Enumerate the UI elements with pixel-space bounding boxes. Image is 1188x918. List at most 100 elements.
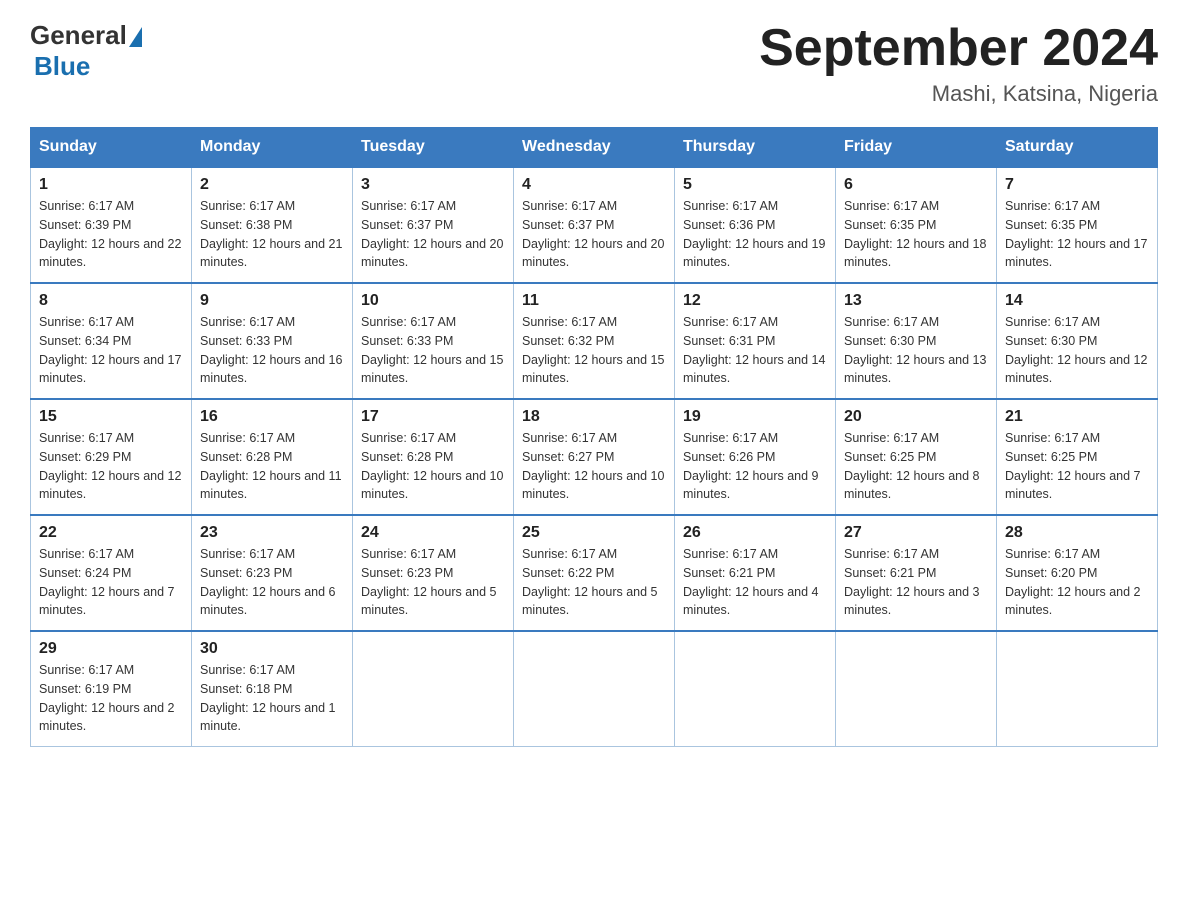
day-number: 5 [683, 176, 827, 194]
calendar-cell: 2 Sunrise: 6:17 AMSunset: 6:38 PMDaylight… [192, 167, 353, 283]
day-number: 28 [1005, 524, 1149, 542]
calendar-table: SundayMondayTuesdayWednesdayThursdayFrid… [30, 127, 1158, 747]
day-info: Sunrise: 6:17 AMSunset: 6:24 PMDaylight:… [39, 545, 183, 620]
day-info: Sunrise: 6:17 AMSunset: 6:37 PMDaylight:… [361, 197, 505, 272]
calendar-cell: 22 Sunrise: 6:17 AMSunset: 6:24 PMDayligh… [31, 515, 192, 631]
day-number: 3 [361, 176, 505, 194]
calendar-cell: 29Sunrise: 6:17 AMSunset: 6:19 PMDayligh… [31, 631, 192, 747]
day-info: Sunrise: 6:17 AMSunset: 6:39 PMDaylight:… [39, 197, 183, 272]
day-number: 26 [683, 524, 827, 542]
day-info: Sunrise: 6:17 AMSunset: 6:29 PMDaylight:… [39, 429, 183, 504]
day-info: Sunrise: 6:17 AMSunset: 6:19 PMDaylight:… [39, 661, 183, 736]
col-header-thursday: Thursday [675, 128, 836, 168]
calendar-cell: 17Sunrise: 6:17 AMSunset: 6:28 PMDayligh… [353, 399, 514, 515]
day-number: 27 [844, 524, 988, 542]
day-info: Sunrise: 6:17 AMSunset: 6:21 PMDaylight:… [844, 545, 988, 620]
calendar-cell [353, 631, 514, 747]
day-info: Sunrise: 6:17 AMSunset: 6:28 PMDaylight:… [200, 429, 344, 504]
calendar-cell [514, 631, 675, 747]
calendar-cell: 1 Sunrise: 6:17 AMSunset: 6:39 PMDaylight… [31, 167, 192, 283]
calendar-cell: 16 Sunrise: 6:17 AMSunset: 6:28 PMDayligh… [192, 399, 353, 515]
day-number: 12 [683, 292, 827, 310]
calendar-cell: 10 Sunrise: 6:17 AMSunset: 6:33 PMDayligh… [353, 283, 514, 399]
day-number: 21 [1005, 408, 1149, 426]
day-number: 11 [522, 292, 666, 310]
day-info: Sunrise: 6:17 AMSunset: 6:37 PMDaylight:… [522, 197, 666, 272]
week-row-5: 29Sunrise: 6:17 AMSunset: 6:19 PMDayligh… [31, 631, 1158, 747]
calendar-title: September 2024 [759, 20, 1158, 77]
calendar-cell: 5Sunrise: 6:17 AMSunset: 6:36 PMDaylight… [675, 167, 836, 283]
day-number: 1 [39, 176, 183, 194]
calendar-subtitle: Mashi, Katsina, Nigeria [759, 81, 1158, 107]
col-header-friday: Friday [836, 128, 997, 168]
calendar-cell: 28Sunrise: 6:17 AMSunset: 6:20 PMDayligh… [997, 515, 1158, 631]
logo-blue-text: Blue [34, 51, 90, 82]
col-header-monday: Monday [192, 128, 353, 168]
day-info: Sunrise: 6:17 AMSunset: 6:31 PMDaylight:… [683, 313, 827, 388]
calendar-cell [997, 631, 1158, 747]
calendar-cell: 23Sunrise: 6:17 AMSunset: 6:23 PMDayligh… [192, 515, 353, 631]
day-info: Sunrise: 6:17 AMSunset: 6:38 PMDaylight:… [200, 197, 344, 272]
day-info: Sunrise: 6:17 AMSunset: 6:35 PMDaylight:… [1005, 197, 1149, 272]
calendar-cell: 12 Sunrise: 6:17 AMSunset: 6:31 PMDayligh… [675, 283, 836, 399]
calendar-cell: 11 Sunrise: 6:17 AMSunset: 6:32 PMDayligh… [514, 283, 675, 399]
day-number: 17 [361, 408, 505, 426]
day-number: 30 [200, 640, 344, 658]
title-block: September 2024 Mashi, Katsina, Nigeria [759, 20, 1158, 107]
day-number: 9 [200, 292, 344, 310]
calendar-cell: 20 Sunrise: 6:17 AMSunset: 6:25 PMDayligh… [836, 399, 997, 515]
day-number: 20 [844, 408, 988, 426]
col-header-tuesday: Tuesday [353, 128, 514, 168]
day-number: 19 [683, 408, 827, 426]
day-number: 22 [39, 524, 183, 542]
calendar-cell: 26 Sunrise: 6:17 AMSunset: 6:21 PMDayligh… [675, 515, 836, 631]
calendar-cell: 14Sunrise: 6:17 AMSunset: 6:30 PMDayligh… [997, 283, 1158, 399]
day-number: 10 [361, 292, 505, 310]
day-info: Sunrise: 6:17 AMSunset: 6:25 PMDaylight:… [1005, 429, 1149, 504]
day-info: Sunrise: 6:17 AMSunset: 6:35 PMDaylight:… [844, 197, 988, 272]
day-info: Sunrise: 6:17 AMSunset: 6:25 PMDaylight:… [844, 429, 988, 504]
calendar-cell [675, 631, 836, 747]
day-info: Sunrise: 6:17 AMSunset: 6:30 PMDaylight:… [1005, 313, 1149, 388]
week-row-2: 8 Sunrise: 6:17 AMSunset: 6:34 PMDaylight… [31, 283, 1158, 399]
col-header-saturday: Saturday [997, 128, 1158, 168]
calendar-cell: 8 Sunrise: 6:17 AMSunset: 6:34 PMDaylight… [31, 283, 192, 399]
day-info: Sunrise: 6:17 AMSunset: 6:33 PMDaylight:… [361, 313, 505, 388]
calendar-cell: 15 Sunrise: 6:17 AMSunset: 6:29 PMDayligh… [31, 399, 192, 515]
day-info: Sunrise: 6:17 AMSunset: 6:18 PMDaylight:… [200, 661, 344, 736]
day-info: Sunrise: 6:17 AMSunset: 6:22 PMDaylight:… [522, 545, 666, 620]
day-info: Sunrise: 6:17 AMSunset: 6:27 PMDaylight:… [522, 429, 666, 504]
day-info: Sunrise: 6:17 AMSunset: 6:32 PMDaylight:… [522, 313, 666, 388]
day-number: 18 [522, 408, 666, 426]
week-row-4: 22 Sunrise: 6:17 AMSunset: 6:24 PMDayligh… [31, 515, 1158, 631]
calendar-cell: 13Sunrise: 6:17 AMSunset: 6:30 PMDayligh… [836, 283, 997, 399]
day-number: 16 [200, 408, 344, 426]
day-number: 8 [39, 292, 183, 310]
day-number: 7 [1005, 176, 1149, 194]
day-info: Sunrise: 6:17 AMSunset: 6:34 PMDaylight:… [39, 313, 183, 388]
day-number: 6 [844, 176, 988, 194]
calendar-cell: 4 Sunrise: 6:17 AMSunset: 6:37 PMDaylight… [514, 167, 675, 283]
logo: General Blue [30, 20, 142, 82]
day-info: Sunrise: 6:17 AMSunset: 6:30 PMDaylight:… [844, 313, 988, 388]
day-info: Sunrise: 6:17 AMSunset: 6:23 PMDaylight:… [200, 545, 344, 620]
calendar-header-row: SundayMondayTuesdayWednesdayThursdayFrid… [31, 128, 1158, 168]
day-info: Sunrise: 6:17 AMSunset: 6:33 PMDaylight:… [200, 313, 344, 388]
day-info: Sunrise: 6:17 AMSunset: 6:23 PMDaylight:… [361, 545, 505, 620]
calendar-cell: 3 Sunrise: 6:17 AMSunset: 6:37 PMDaylight… [353, 167, 514, 283]
calendar-cell: 24Sunrise: 6:17 AMSunset: 6:23 PMDayligh… [353, 515, 514, 631]
day-number: 2 [200, 176, 344, 194]
day-number: 15 [39, 408, 183, 426]
day-number: 25 [522, 524, 666, 542]
calendar-cell [836, 631, 997, 747]
calendar-cell: 9 Sunrise: 6:17 AMSunset: 6:33 PMDaylight… [192, 283, 353, 399]
calendar-cell: 25 Sunrise: 6:17 AMSunset: 6:22 PMDayligh… [514, 515, 675, 631]
col-header-sunday: Sunday [31, 128, 192, 168]
calendar-cell: 18 Sunrise: 6:17 AMSunset: 6:27 PMDayligh… [514, 399, 675, 515]
logo-general-text: General [30, 20, 127, 51]
day-number: 4 [522, 176, 666, 194]
week-row-1: 1 Sunrise: 6:17 AMSunset: 6:39 PMDaylight… [31, 167, 1158, 283]
calendar-cell: 30 Sunrise: 6:17 AMSunset: 6:18 PMDayligh… [192, 631, 353, 747]
day-info: Sunrise: 6:17 AMSunset: 6:21 PMDaylight:… [683, 545, 827, 620]
logo-triangle-icon [129, 27, 142, 47]
